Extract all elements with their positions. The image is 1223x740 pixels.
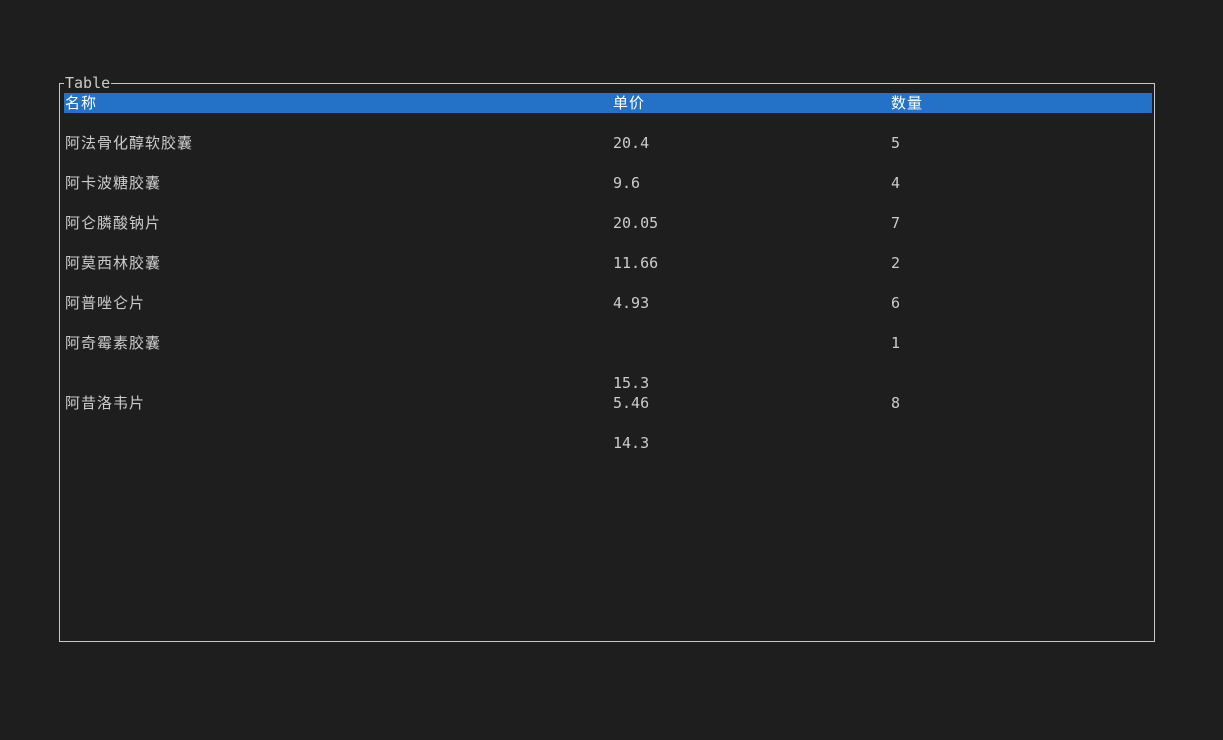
table-row[interactable]: 阿昔洛韦片 5.46 8	[64, 393, 1152, 413]
cell-price: 9.6	[613, 173, 640, 193]
terminal-window: Table 名称 单价 数量 阿法骨化醇软胶囊 20.4 5 阿卡波糖胶囊 9.…	[0, 0, 1223, 740]
table-row[interactable]: 阿卡波糖胶囊 9.6 4	[64, 173, 1152, 193]
table-row[interactable]: 阿仑膦酸钠片 20.05 7	[64, 213, 1152, 233]
cell-name: 阿奇霉素胶囊	[65, 334, 162, 352]
price-value: 9.6	[613, 174, 641, 192]
price-value: 11.66	[613, 254, 659, 272]
cell-name: 阿普唑仑片	[65, 294, 146, 312]
table-row[interactable]: 阿法骨化醇软胶囊 20.4 5	[64, 133, 1152, 153]
cell-name: 阿莫西林胶囊	[65, 254, 162, 272]
price-value: 14.3	[613, 434, 650, 452]
table-panel: Table 名称 单价 数量 阿法骨化醇软胶囊 20.4 5 阿卡波糖胶囊 9.…	[59, 75, 1155, 642]
cell-quantity: 7	[891, 214, 901, 232]
price-value: 4.93	[613, 294, 650, 312]
table-header-row[interactable]: 名称 单价 数量	[64, 93, 1152, 113]
cell-price: 5.46	[613, 393, 649, 413]
cell-name: 阿仑膦酸钠片	[65, 214, 162, 232]
table-row[interactable]: 阿普唑仑片 4.93 6	[64, 293, 1152, 313]
cell-price: 20.4	[613, 133, 649, 153]
price-value: 20.05	[613, 214, 659, 232]
cell-quantity: 8	[891, 394, 901, 412]
cell-name: 阿法骨化醇软胶囊	[65, 134, 194, 152]
cell-quantity: 4	[891, 174, 901, 192]
cell-price: 20.05	[613, 213, 658, 233]
cell-price: 4.93	[613, 293, 649, 313]
cell-quantity: 1	[891, 334, 901, 352]
price-value: 5.46	[613, 394, 650, 412]
cell-quantity: 2	[891, 254, 901, 272]
table-row[interactable]: 阿莫西林胶囊 11.66 2	[64, 253, 1152, 273]
cell-quantity: 6	[891, 294, 901, 312]
column-header-name[interactable]: 名称	[65, 93, 97, 113]
cell-name: 阿卡波糖胶囊	[65, 174, 162, 192]
price-value: 15.3	[613, 374, 650, 392]
price-value: 20.4	[613, 134, 650, 152]
column-header-quantity[interactable]: 数量	[891, 93, 923, 113]
cell-price: 15.3 14.3	[613, 333, 685, 452]
table-row[interactable]: 阿奇霉素胶囊 15.3 14.3 1	[64, 333, 1152, 452]
table-title: Table	[64, 74, 112, 92]
cell-price: 11.66	[613, 253, 658, 273]
cell-quantity: 5	[891, 134, 901, 152]
column-header-price[interactable]: 单价	[613, 93, 645, 113]
cell-name: 阿昔洛韦片	[65, 394, 146, 412]
